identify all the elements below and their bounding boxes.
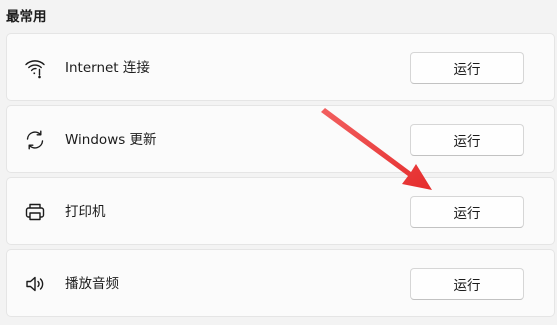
speaker-icon [23,272,47,296]
troubleshooter-audio: 播放音频 运行 [6,249,555,317]
wifi-icon [23,56,47,80]
run-button-audio[interactable]: 运行 [410,268,524,300]
run-button-windows-update[interactable]: 运行 [410,124,524,156]
printer-icon [23,200,47,224]
troubleshooter-label: 打印机 [65,204,106,220]
troubleshooter-windows-update: Windows 更新 运行 [6,105,555,173]
run-button-internet[interactable]: 运行 [410,52,524,84]
run-button-printer[interactable]: 运行 [410,196,524,228]
troubleshooter-label: Windows 更新 [65,132,157,148]
troubleshooter-label: Internet 连接 [65,60,150,76]
troubleshooter-label: 播放音频 [65,276,119,292]
section-title: 最常用 [6,9,47,25]
troubleshooter-printer: 打印机 运行 [6,177,555,245]
troubleshooter-internet: Internet 连接 运行 [6,33,555,101]
sync-icon [23,128,47,152]
troubleshooter-list: Internet 连接 运行 Windows 更新 运行 打印机 运行 播放音频… [6,33,555,321]
